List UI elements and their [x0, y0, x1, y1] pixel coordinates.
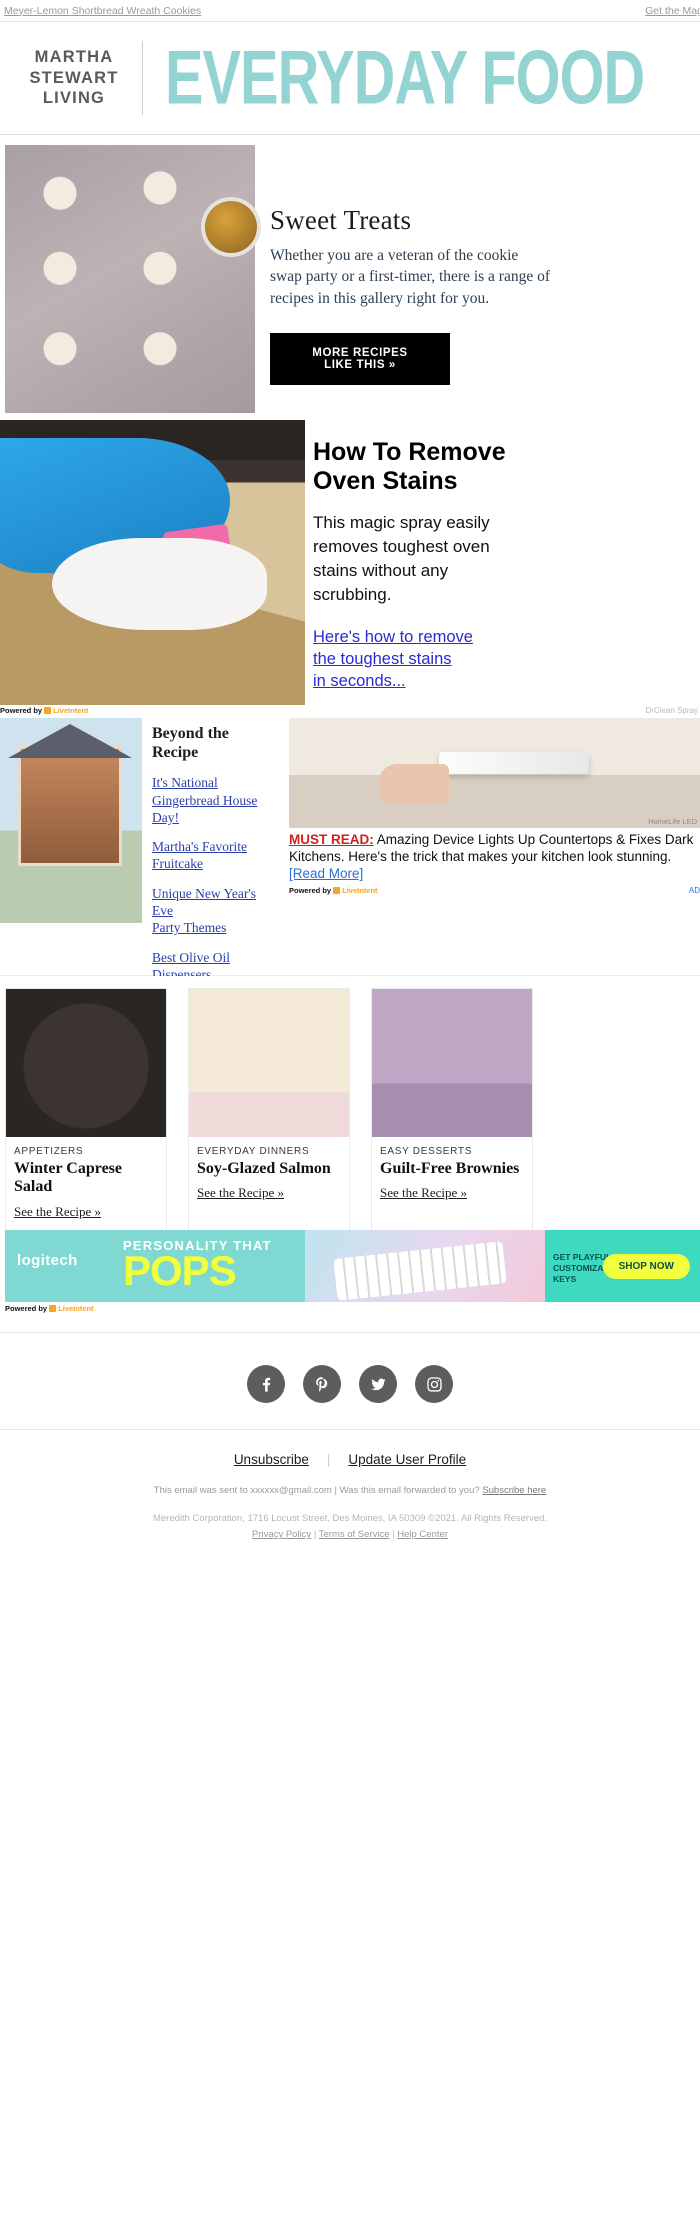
company-address: Meredith Corporation, 1716 Locust Street…	[152, 1513, 548, 1525]
footer-pipe: |	[326, 1452, 331, 1467]
recipe-card-row: APPETIZERS Winter Caprese Salad See the …	[0, 988, 700, 1234]
beyond-link-2[interactable]: Martha's Favorite Fruitcake	[152, 838, 280, 873]
beyond-the-recipe-heading: Beyond the Recipe	[152, 725, 229, 762]
winter-caprese-salad-image	[6, 989, 166, 1137]
oven-cleaning-image[interactable]	[0, 420, 305, 705]
terms-of-service-link[interactable]: Terms of Service	[319, 1529, 390, 1540]
oven-stains-ad: How To Remove Oven Stains This magic spr…	[0, 420, 700, 716]
footer-sent-to: This email was sent to xxxxxx@gmail.com …	[0, 1483, 700, 1499]
social-icons-row	[0, 1333, 700, 1429]
recipe-card-kicker: APPETIZERS	[14, 1146, 84, 1157]
recipe-card[interactable]: APPETIZERS Winter Caprese Salad See the …	[5, 988, 167, 1234]
liveintent-label-2: LiveIntent	[342, 886, 378, 896]
brand-line-1: MARTHA	[34, 48, 114, 67]
oven-stains-heading: How To Remove Oven Stains	[313, 438, 506, 495]
must-read-ad: HomeLife LED MUST READ: Amazing Device L…	[289, 718, 700, 895]
get-the-magazine-link[interactable]: Get the Magazine	[645, 5, 700, 17]
sweet-treats-text: Sweet Treats Whether you are a veteran o…	[270, 135, 700, 386]
update-user-profile-link[interactable]: Update User Profile	[348, 1452, 466, 1467]
brand-line-3: LIVING	[42, 89, 106, 108]
recipe-cards-section: APPETIZERS Winter Caprese Salad See the …	[0, 976, 700, 1234]
masthead: MARTHA STEWART LIVING EVERYDAY FOOD	[0, 22, 700, 135]
powered-by-label: Powered by	[0, 706, 43, 715]
recipe-card-body: EASY DESSERTS Guilt-Free Brownies See th…	[372, 1137, 532, 1214]
must-read-attribution-bar: Powered by LiveIntent AD	[289, 886, 700, 895]
wreath-cookies-image[interactable]	[5, 145, 257, 413]
gingerbread-house-image[interactable]	[0, 718, 142, 923]
recipe-card-body: EVERYDAY DINNERS Soy-Glazed Salmon See t…	[189, 1137, 349, 1214]
footer-legal: Meredith Corporation, 1716 Locust Street…	[0, 1511, 700, 1543]
must-read-ad-credit: HomeLife LED	[648, 817, 697, 826]
adchoices-icon[interactable]: AD	[689, 886, 700, 895]
legal-pipe-2: |	[392, 1529, 395, 1541]
powered-by-label-2: Powered by	[289, 886, 332, 896]
beyond-the-recipe-section: Beyond the Recipe It's National Gingerbr…	[0, 716, 700, 982]
recipe-card-kicker: EVERYDAY DINNERS	[197, 1146, 310, 1157]
logitech-banner-image[interactable]: logitech PERSONALITY THAT POPS GET PLAYF…	[5, 1230, 700, 1302]
sweet-treats-body: Whether you are a veteran of the cookie …	[270, 247, 550, 307]
under-cabinet-light-image[interactable]: HomeLife LED	[289, 718, 700, 828]
shop-now-button[interactable]: SHOP NOW	[602, 1254, 690, 1279]
powered-by-liveintent-3[interactable]: Powered by LiveIntent	[5, 1304, 94, 1313]
recipe-card-body: APPETIZERS Winter Caprese Salad See the …	[6, 1137, 166, 1233]
liveintent-icon-3	[49, 1305, 57, 1312]
martha-stewart-living-logo[interactable]: MARTHA STEWART LIVING	[20, 47, 128, 109]
liveintent-icon	[44, 707, 52, 714]
footer-links-row: Unsubscribe | Update User Profile	[0, 1430, 700, 1483]
oven-ad-sponsor-credit: DrClean Spray	[645, 706, 698, 715]
beyond-the-recipe-list: Beyond the Recipe It's National Gingerbr…	[152, 724, 280, 995]
logitech-headline: POPS	[123, 1247, 237, 1294]
logitech-brand-label: logitech	[17, 1252, 78, 1269]
liveintent-label-3: LiveIntent	[58, 1304, 94, 1313]
email-body: Meyer-Lemon Shortbread Wreath Cookies Ge…	[0, 0, 700, 1543]
read-more-link[interactable]: [Read More]	[289, 866, 363, 881]
sweet-treats-section: Sweet Treats Whether you are a veteran o…	[0, 135, 700, 420]
legal-links: Privacy Policy | Terms of Service | Help…	[0, 1527, 700, 1543]
liveintent-label: LiveIntent	[53, 706, 89, 715]
guilt-free-brownies-image	[372, 989, 532, 1137]
oven-stains-body: This magic spray easily removes toughest…	[313, 513, 490, 605]
facebook-icon[interactable]	[247, 1365, 285, 1403]
oven-stains-text: How To Remove Oven Stains This magic spr…	[313, 438, 700, 693]
see-the-recipe-link[interactable]: See the Recipe »	[197, 1185, 284, 1200]
recipe-card-title: Soy-Glazed Salmon	[197, 1160, 331, 1177]
recipe-card[interactable]: EASY DESSERTS Guilt-Free Brownies See th…	[371, 988, 533, 1234]
preheader-bar: Meyer-Lemon Shortbread Wreath Cookies Ge…	[0, 0, 700, 22]
sweet-treats-heading: Sweet Treats	[270, 205, 412, 235]
more-recipes-button[interactable]: MORE RECIPES LIKE THIS »	[270, 333, 450, 386]
sent-to-text: This email was sent to xxxxxx@gmail.com …	[153, 1485, 483, 1496]
help-center-link[interactable]: Help Center	[397, 1529, 448, 1540]
soy-glazed-salmon-image	[189, 989, 349, 1137]
recipe-card-kicker: EASY DESSERTS	[380, 1146, 473, 1157]
legal-pipe-1: |	[313, 1529, 317, 1541]
powered-by-label-3: Powered by	[5, 1304, 48, 1313]
masthead-divider	[142, 41, 143, 115]
must-read-ad-copy: MUST READ: Amazing Device Lights Up Coun…	[289, 831, 700, 882]
logitech-banner-ad: logitech PERSONALITY THAT POPS GET PLAYF…	[0, 1230, 700, 1326]
subscribe-here-link[interactable]: Subscribe here	[482, 1485, 546, 1496]
privacy-policy-link[interactable]: Privacy Policy	[252, 1529, 311, 1540]
see-the-recipe-link[interactable]: See the Recipe »	[380, 1185, 467, 1200]
brand-line-2: STEWART	[29, 68, 119, 87]
recipe-card-title: Guilt-Free Brownies	[380, 1160, 520, 1177]
recipe-card-title: Winter Caprese Salad	[14, 1160, 122, 1196]
instagram-icon[interactable]	[415, 1365, 453, 1403]
pinterest-icon[interactable]	[303, 1365, 341, 1403]
powered-by-liveintent[interactable]: Powered by LiveIntent	[0, 706, 89, 715]
white-foam-shape	[52, 538, 267, 630]
preheader-article-link[interactable]: Meyer-Lemon Shortbread Wreath Cookies	[4, 5, 201, 17]
oven-ad-attribution-bar: Powered by LiveIntent DrClean Spray	[0, 705, 700, 716]
see-the-recipe-link[interactable]: See the Recipe »	[14, 1204, 101, 1219]
beyond-link-3[interactable]: Unique New Year's Eve Party Themes	[152, 885, 280, 937]
liveintent-icon-2	[333, 887, 341, 895]
twitter-icon[interactable]	[359, 1365, 397, 1403]
must-read-badge[interactable]: MUST READ:	[289, 832, 374, 847]
recipe-card[interactable]: EVERYDAY DINNERS Soy-Glazed Salmon See t…	[188, 988, 350, 1234]
beyond-link-1[interactable]: It's National Gingerbread House Day!	[152, 774, 280, 826]
powered-by-liveintent-2[interactable]: Powered by LiveIntent	[289, 886, 378, 895]
everyday-food-title: EVERYDAY FOOD	[165, 35, 645, 121]
oven-stains-cta-link[interactable]: Here's how to remove the toughest stains…	[313, 626, 700, 693]
unsubscribe-link[interactable]: Unsubscribe	[234, 1452, 309, 1467]
